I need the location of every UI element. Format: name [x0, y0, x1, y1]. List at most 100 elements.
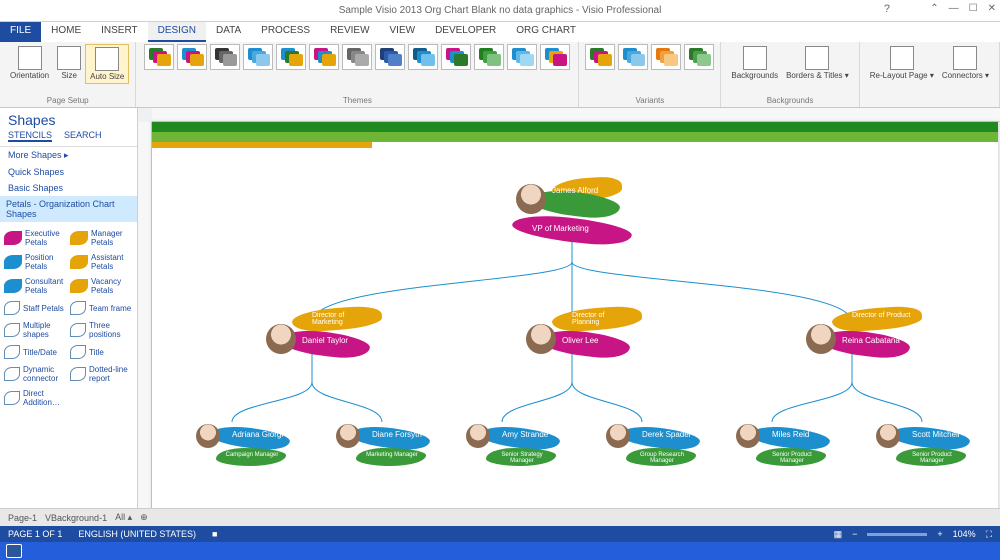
theme-swatch[interactable]: [177, 44, 207, 70]
variant-swatch[interactable]: [651, 44, 681, 70]
tab-data[interactable]: DATA: [206, 22, 251, 42]
pagesetup-label: Page Setup: [47, 96, 89, 107]
stencil-item[interactable]: Consultant Petals: [2, 274, 68, 298]
theme-swatch[interactable]: [276, 44, 306, 70]
person-role: Senior Product Manager: [902, 452, 962, 464]
theme-swatch[interactable]: [507, 44, 537, 70]
avatar: [516, 184, 546, 214]
stencil-item[interactable]: Team frame: [68, 298, 134, 318]
stencil-item[interactable]: Three positions: [68, 318, 134, 342]
org-node-manager[interactable]: Director of Product Reina Cabatana: [802, 322, 912, 358]
org-node-executive[interactable]: James Alford: [512, 182, 622, 218]
basic-shapes-link[interactable]: Basic Shapes: [0, 180, 137, 196]
tab-developer[interactable]: DEVELOPER: [425, 22, 506, 42]
stencil-header[interactable]: Petals - Organization Chart Shapes: [0, 196, 137, 222]
connectors-button[interactable]: Connectors ▾: [938, 44, 993, 82]
person-title: Director of Planning: [572, 312, 632, 326]
fit-window-icon[interactable]: ⛶: [986, 529, 992, 540]
variant-swatch[interactable]: [684, 44, 714, 70]
page-tab[interactable]: Page-1: [8, 513, 37, 523]
backgrounds-button[interactable]: Backgrounds: [727, 44, 782, 82]
zoom-out-icon[interactable]: −: [852, 529, 857, 539]
shapes-tabs: STENCILS SEARCH: [0, 128, 137, 147]
stencil-item[interactable]: Position Petals: [2, 250, 68, 274]
tab-process[interactable]: PROCESS: [251, 22, 320, 42]
add-page-icon[interactable]: ⊕: [140, 512, 148, 523]
stencil-item[interactable]: Dotted-line report: [68, 362, 134, 386]
stencil-item[interactable]: Multiple shapes: [2, 318, 68, 342]
theme-swatch[interactable]: [342, 44, 372, 70]
org-node-title[interactable]: VP of Marketing: [512, 218, 632, 246]
tab-insert[interactable]: INSERT: [91, 22, 148, 42]
zoom-in-icon[interactable]: +: [937, 529, 942, 539]
org-node-position[interactable]: Amy Strande Senior Strategy Manager: [462, 422, 562, 468]
help-icon[interactable]: ?: [884, 3, 890, 15]
stencil-item[interactable]: Manager Petals: [68, 226, 134, 250]
tab-design[interactable]: DESIGN: [148, 22, 206, 42]
org-node-manager[interactable]: Director of Marketing Daniel Taylor: [262, 322, 372, 358]
drawing-canvas[interactable]: James Alford VP of Marketing Director of…: [138, 108, 1000, 526]
ribbon-toggle-icon[interactable]: ⌃: [930, 3, 938, 14]
shapes-tab-stencils[interactable]: STENCILS: [8, 130, 52, 142]
theme-swatch[interactable]: [441, 44, 471, 70]
size-button[interactable]: Size: [53, 44, 85, 84]
org-node-position[interactable]: Derek Spader Group Research Manager: [602, 422, 702, 468]
org-node-position[interactable]: Miles Reid Senior Product Manager: [732, 422, 832, 468]
variant-swatch[interactable]: [585, 44, 615, 70]
stencil-item[interactable]: Title/Date: [2, 342, 68, 362]
view-presentation-icon[interactable]: ▦: [834, 529, 843, 540]
borders-titles-button[interactable]: Borders & Titles ▾: [782, 44, 853, 82]
stencil-item[interactable]: Staff Petals: [2, 298, 68, 318]
theme-swatch[interactable]: [243, 44, 273, 70]
backgrounds-label: Backgrounds: [767, 96, 814, 107]
theme-swatch[interactable]: [408, 44, 438, 70]
tab-view[interactable]: VIEW: [380, 22, 426, 42]
record-macro-icon[interactable]: ■: [212, 529, 217, 539]
taskbar-app-icon[interactable]: [6, 544, 22, 558]
maximize-icon[interactable]: ☐: [969, 3, 978, 14]
variants-label: Variants: [635, 96, 664, 107]
minimize-icon[interactable]: —: [949, 3, 959, 14]
stencil-item[interactable]: Direct Addition…: [2, 386, 68, 410]
tab-home[interactable]: HOME: [41, 22, 91, 42]
theme-swatch[interactable]: [540, 44, 570, 70]
variant-swatch[interactable]: [618, 44, 648, 70]
theme-swatch[interactable]: [375, 44, 405, 70]
stencil-item[interactable]: Executive Petals: [2, 226, 68, 250]
theme-swatch[interactable]: [309, 44, 339, 70]
org-node-position[interactable]: Diane Forsyth Marketing Manager: [332, 422, 432, 468]
person-title: VP of Marketing: [532, 224, 589, 233]
tab-orgchart[interactable]: ORG CHART: [506, 22, 586, 42]
all-tab[interactable]: All ▴: [115, 512, 132, 523]
theme-gallery[interactable]: [144, 44, 570, 70]
quick-shapes-link[interactable]: Quick Shapes: [0, 164, 137, 180]
tab-review[interactable]: REVIEW: [320, 22, 379, 42]
zoom-slider[interactable]: [867, 533, 927, 536]
relayout-button[interactable]: Re-Layout Page ▾: [866, 44, 938, 82]
close-icon[interactable]: ✕: [988, 3, 996, 14]
background-tab[interactable]: VBackground-1: [45, 513, 107, 523]
theme-swatch[interactable]: [144, 44, 174, 70]
stencil-item[interactable]: Assistant Petals: [68, 250, 134, 274]
theme-swatch[interactable]: [474, 44, 504, 70]
language-indicator[interactable]: ENGLISH (UNITED STATES): [78, 529, 196, 539]
workspace: Shapes STENCILS SEARCH More Shapes ▸ Qui…: [0, 108, 1000, 526]
org-node-manager[interactable]: Director of Planning Oliver Lee: [522, 322, 632, 358]
shapes-tab-search[interactable]: SEARCH: [64, 130, 102, 142]
org-node-position[interactable]: Scott Mitchell Senior Product Manager: [872, 422, 972, 468]
more-shapes-link[interactable]: More Shapes ▸: [0, 147, 137, 164]
person-role: Campaign Manager: [222, 452, 282, 458]
stencil-item[interactable]: Vacancy Petals: [68, 274, 134, 298]
variant-gallery[interactable]: [585, 44, 714, 70]
stencil-item[interactable]: Title: [68, 342, 134, 362]
theme-swatch[interactable]: [210, 44, 240, 70]
tab-file[interactable]: FILE: [0, 22, 41, 42]
page-surface[interactable]: James Alford VP of Marketing Director of…: [152, 122, 998, 526]
person-name: Adriana Giorgi: [232, 430, 283, 439]
zoom-level[interactable]: 104%: [953, 529, 976, 539]
org-node-position[interactable]: Adriana Giorgi Campaign Manager: [192, 422, 292, 468]
orientation-button[interactable]: Orientation: [6, 44, 53, 84]
ruler-vertical: [138, 122, 152, 526]
autosize-button[interactable]: Auto Size: [85, 44, 129, 84]
stencil-item[interactable]: Dynamic connector: [2, 362, 68, 386]
